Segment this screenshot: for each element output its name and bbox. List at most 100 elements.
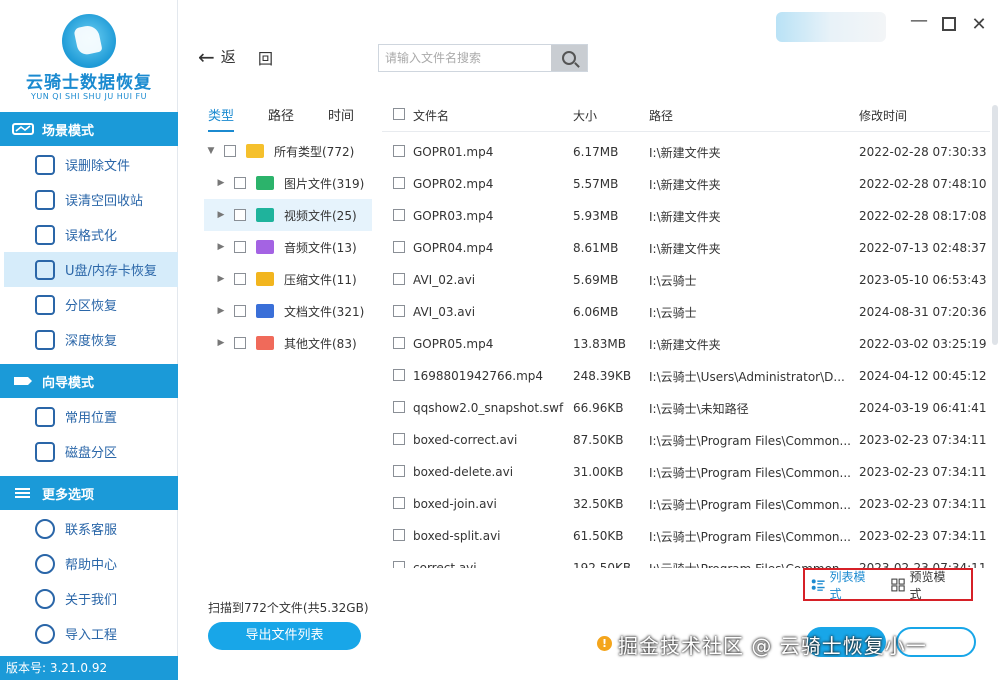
type-label: 文档文件(321): [284, 304, 365, 319]
file-size: 192.50KB: [573, 561, 632, 568]
nav-item-recycle-bin[interactable]: 误清空回收站: [0, 182, 178, 217]
list-view-icon: [811, 578, 825, 591]
nav-item-import-project[interactable]: 导入工程: [0, 616, 178, 651]
tab-path[interactable]: 路径: [268, 105, 328, 132]
nav-label: 磁盘分区: [65, 446, 118, 461]
table-row[interactable]: AVI_03.avi 6.06MB I:\云骑士 2024-08-31 07:20:3…: [382, 296, 990, 328]
type-label: 音频文件(13): [284, 240, 357, 255]
collapse-arrow-icon[interactable]: ▼: [204, 146, 218, 156]
table-row[interactable]: GOPR04.mp4 8.61MB I:\新建文件夹 2022-07-13 02:48…: [382, 232, 990, 264]
nav-item-format[interactable]: 误格式化: [0, 217, 178, 252]
close-button[interactable]: ✕: [968, 14, 990, 35]
type-filter-row[interactable]: ▼ 所有类型(772): [204, 135, 372, 167]
type-filter-row[interactable]: ▶ 其他文件(83): [204, 327, 372, 359]
expand-arrow-icon[interactable]: ▶: [214, 178, 228, 188]
table-row[interactable]: qqshow2.0_snapshot.swf 66.96KB I:\云骑士\未知路径…: [382, 392, 990, 424]
nav-item-usb-card[interactable]: U盘/内存卡恢复: [4, 252, 178, 287]
expand-arrow-icon[interactable]: ▶: [214, 242, 228, 252]
nav-item-help-center[interactable]: 帮助中心: [0, 546, 178, 581]
table-row[interactable]: correct.avi192.50KBI:\云骑士\Program Files\…: [382, 552, 990, 568]
nav-item-disk-partition[interactable]: 磁盘分区: [0, 434, 178, 469]
row-checkbox[interactable]: [393, 432, 405, 445]
row-checkbox[interactable]: [393, 304, 405, 317]
tab-time[interactable]: 时间: [328, 105, 388, 132]
search-icon: [562, 51, 576, 65]
file-size: 87.50KB: [573, 433, 624, 447]
header-size[interactable]: 大小: [573, 107, 649, 124]
top-bar: ← 返 回 — ✕: [178, 0, 1000, 90]
watermark-text: 掘金技术社区 @ 云骑士恢复小一: [618, 634, 927, 658]
phone-icon: [35, 518, 55, 539]
table-row[interactable]: boxed-delete.avi 31.00KB I:\云骑士\Program Fi…: [382, 456, 990, 488]
select-all-checkbox[interactable]: [393, 108, 405, 120]
file-table: 文件名 大小 路径 修改时间 GOPR01.mp4 6.17MB I:\新建文件夹 2…: [382, 100, 990, 568]
row-checkbox[interactable]: [393, 208, 405, 221]
type-filter-row[interactable]: ▶ 视频文件(25): [204, 199, 372, 231]
nav-label: 关于我们: [65, 593, 118, 608]
table-row[interactable]: GOPR03.mp4 5.93MB I:\新建文件夹 2022-02-28 08:17…: [382, 200, 990, 232]
type-checkbox[interactable]: [234, 241, 246, 253]
table-row[interactable]: boxed-correct.avi 87.50KB I:\云骑士\Program F…: [382, 424, 990, 456]
type-filter-row[interactable]: ▶ 压缩文件(11): [204, 263, 372, 295]
table-row[interactable]: boxed-join.avi 32.50KB I:\云骑士\Program File…: [382, 488, 990, 520]
row-checkbox[interactable]: [393, 240, 405, 253]
type-filter-row[interactable]: ▶ 文档文件(321): [204, 295, 372, 327]
nav-item-deleted-files[interactable]: 误删除文件: [0, 147, 178, 182]
hard-drive-icon: [12, 123, 34, 135]
back-label: 返: [220, 48, 236, 66]
maximize-button[interactable]: [938, 14, 960, 36]
table-row[interactable]: GOPR02.mp4 5.57MB I:\新建文件夹 2022-02-28 07:48…: [382, 168, 990, 200]
search-input[interactable]: [379, 45, 551, 71]
row-checkbox[interactable]: [393, 272, 405, 285]
row-checkbox[interactable]: [393, 176, 405, 189]
type-checkbox[interactable]: [234, 273, 246, 285]
type-filter-row[interactable]: ▶ 音频文件(13): [204, 231, 372, 263]
table-row[interactable]: 1698801942766.mp4 248.39KB I:\云骑士\Users\Ad…: [382, 360, 990, 392]
export-file-list-button[interactable]: 导出文件列表: [208, 622, 361, 650]
search-button[interactable]: [551, 45, 587, 71]
preview-mode-button[interactable]: 预览模式: [891, 568, 953, 602]
expand-arrow-icon[interactable]: ▶: [214, 338, 228, 348]
nav-item-common-locations[interactable]: 常用位置: [0, 399, 178, 434]
back-button[interactable]: ← 返: [198, 46, 236, 67]
user-account-area[interactable]: [776, 12, 886, 42]
table-row[interactable]: boxed-split.avi 61.50KB I:\云骑士\Program Fil…: [382, 520, 990, 552]
expand-arrow-icon[interactable]: ▶: [214, 210, 228, 220]
type-checkbox[interactable]: [234, 209, 246, 221]
expand-arrow-icon[interactable]: ▶: [214, 306, 228, 316]
home-button[interactable]: 回: [258, 48, 273, 69]
table-row[interactable]: AVI_02.avi 5.69MB I:\云骑士 2023-05-10 06:53:4…: [382, 264, 990, 296]
file-path: I:\云骑士: [649, 305, 697, 320]
nav-item-deep-scan[interactable]: 深度恢复: [0, 322, 178, 357]
sidebar: 云骑士数据恢复 YUN QI SHI SHU JU HUI FU 场景模式 误删…: [0, 0, 178, 680]
row-checkbox[interactable]: [393, 528, 405, 541]
row-checkbox[interactable]: [393, 400, 405, 413]
minimize-button[interactable]: —: [908, 10, 930, 31]
row-checkbox[interactable]: [393, 144, 405, 157]
nav-item-about-us[interactable]: 关于我们: [0, 581, 178, 616]
nav-item-partition[interactable]: 分区恢复: [0, 287, 178, 322]
row-checkbox[interactable]: [393, 496, 405, 509]
expand-arrow-icon[interactable]: ▶: [214, 274, 228, 284]
type-checkbox[interactable]: [234, 337, 246, 349]
header-name[interactable]: 文件名: [413, 107, 573, 124]
table-row[interactable]: GOPR05.mp4 13.83MB I:\新建文件夹 2022-03-02 03:2…: [382, 328, 990, 360]
file-modified-time: 2022-03-02 03:25:19: [859, 337, 987, 351]
nav-item-contact-support[interactable]: 联系客服: [0, 511, 178, 546]
file-modified-time: 2022-07-13 02:48:37: [859, 241, 987, 255]
list-mode-button[interactable]: 列表模式: [811, 568, 873, 602]
tab-type[interactable]: 类型: [208, 105, 234, 132]
row-checkbox[interactable]: [393, 464, 405, 477]
header-time[interactable]: 修改时间: [859, 107, 990, 124]
type-checkbox[interactable]: [234, 177, 246, 189]
info-icon: [35, 588, 55, 609]
row-checkbox[interactable]: [393, 336, 405, 349]
type-filter-row[interactable]: ▶ 图片文件(319): [204, 167, 372, 199]
type-checkbox[interactable]: [224, 145, 236, 157]
table-row[interactable]: GOPR01.mp4 6.17MB I:\新建文件夹 2022-02-28 07:30…: [382, 136, 990, 168]
type-checkbox[interactable]: [234, 305, 246, 317]
header-path[interactable]: 路径: [649, 107, 859, 124]
row-checkbox[interactable]: [393, 368, 405, 381]
row-checkbox[interactable]: [393, 560, 405, 568]
table-scrollbar[interactable]: [992, 105, 998, 345]
